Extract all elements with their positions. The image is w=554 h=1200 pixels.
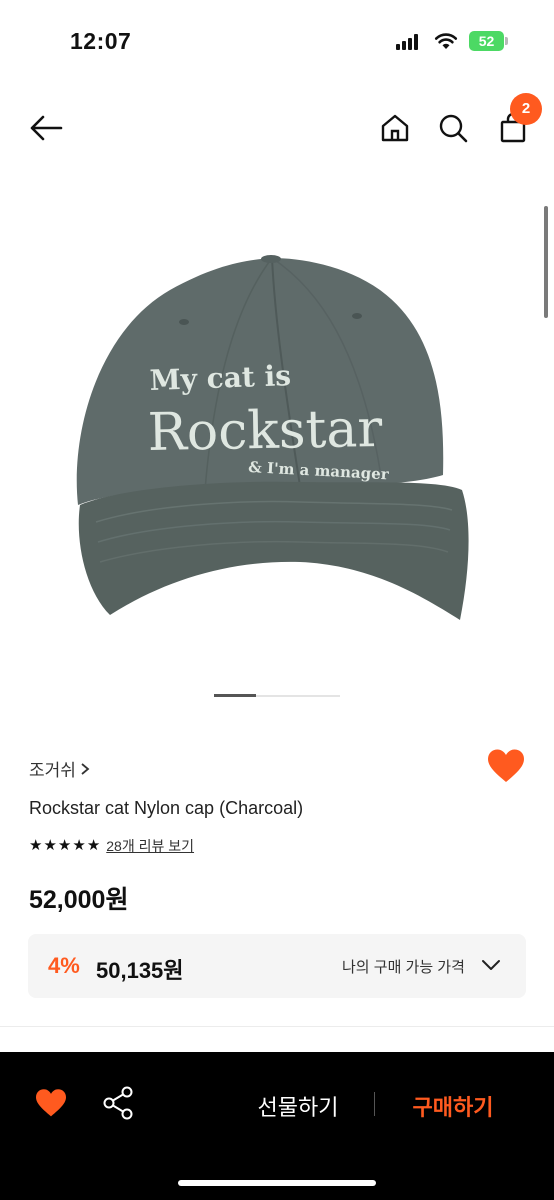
star-icon: ★ [72,837,86,854]
rating: ★ ★ ★ ★ ★ 28개 리뷰 보기 [29,836,194,856]
star-icon: ★ [57,837,72,854]
star-icon: ★ [29,837,43,854]
chevron-right-icon [81,762,90,775]
cellular-signal-icon [396,34,422,50]
rating-stars: ★ ★ ★ ★ ★ [29,837,100,855]
brand-link[interactable]: 조거쉬 [29,756,90,781]
cap-illustration: My cat is Rockstar & I'm a manager [76,255,469,620]
heart-icon [36,1089,66,1117]
image-pager [214,694,340,697]
battery-level: 52 [469,31,504,51]
top-nav [0,84,554,168]
product-title: Rockstar cat Nylon cap (Charcoal) [29,798,304,818]
share-button[interactable] [102,1086,136,1122]
divider [0,1026,554,1027]
my-price-label: 나의 구매 가능 가격 [342,959,465,976]
star-icon: ★ [86,837,101,854]
buy-button[interactable]: 구매하기 [398,1090,508,1122]
home-icon[interactable] [375,108,415,148]
discount-rate: 4% [48,953,80,978]
bottom-action-bar: 선물하기 구매하기 [0,1052,554,1200]
home-indicator[interactable] [178,1180,376,1186]
button-separator [374,1092,375,1116]
heart-icon [488,749,524,782]
cap-text-line2: Rockstar [147,399,383,463]
image-pager-active [214,694,256,697]
bottom-like-button[interactable] [34,1088,70,1120]
scrollbar[interactable] [544,206,548,318]
chevron-down-icon [482,960,500,970]
battery-icon: 52 [469,31,509,51]
gift-button[interactable]: 선물하기 [244,1090,352,1122]
wifi-icon [434,33,458,49]
status-bar: 12:07 52 [0,0,554,84]
product-image[interactable]: My cat is Rockstar & I'm a manager [0,170,554,690]
back-arrow-icon[interactable] [26,108,66,148]
cart-count-badge: 2 [510,93,542,125]
product-price: 52,000원 [29,886,129,914]
status-time: 12:07 [70,28,132,54]
review-link[interactable]: 28개 리뷰 보기 [106,836,194,856]
like-button[interactable] [486,748,526,788]
share-icon [103,1086,133,1120]
search-icon[interactable] [433,108,473,148]
star-icon: ★ [43,837,57,854]
my-price: 50,135원 [96,958,184,983]
cap-text-line1: My cat is [149,359,291,397]
brand-name: 조거쉬 [29,761,76,780]
my-price-dropdown[interactable]: 4% 50,135원 나의 구매 가능 가격 [28,934,526,998]
